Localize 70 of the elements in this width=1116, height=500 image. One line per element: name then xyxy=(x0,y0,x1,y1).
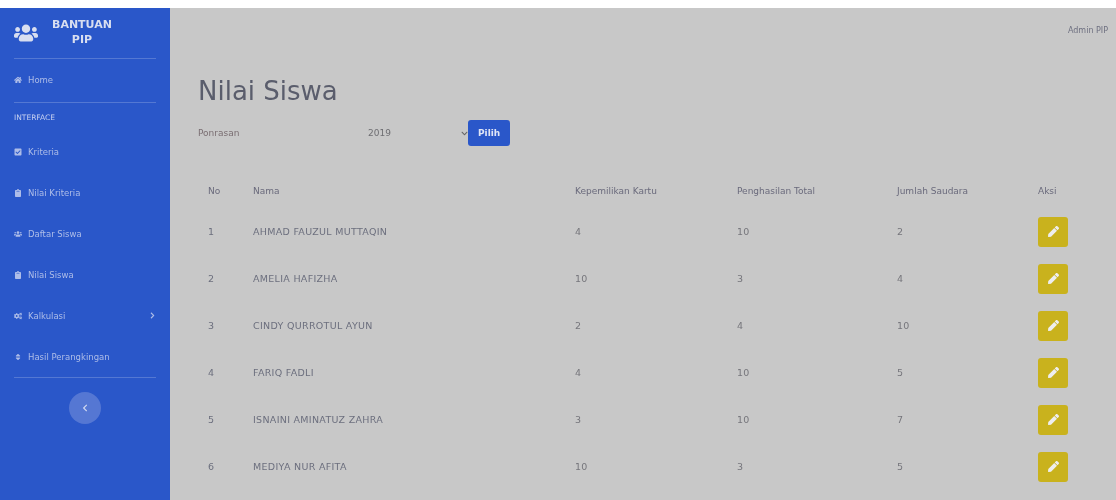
pencil-icon xyxy=(1047,414,1059,425)
table-cell-text: 3 xyxy=(574,413,583,427)
pencil-icon xyxy=(1047,273,1059,284)
pencil-icon xyxy=(1047,226,1059,237)
pencil-icon xyxy=(1047,320,1059,331)
table-cell-text: 5 xyxy=(207,413,216,427)
table-cell-text: 2 xyxy=(896,225,905,239)
nav-link[interactable]: Kalkulasi xyxy=(14,295,156,336)
brand-name: BANTUAN PIP xyxy=(52,18,112,48)
edit-button[interactable] xyxy=(1038,451,1068,482)
gears-icon xyxy=(14,311,22,320)
edit-button[interactable] xyxy=(1038,310,1068,341)
pencil-icon xyxy=(1047,367,1059,378)
table-cell-text: 7 xyxy=(896,413,905,427)
edit-button[interactable] xyxy=(1038,263,1068,294)
table-cell-text: MEDIYA NUR AFITA xyxy=(252,460,348,474)
nav-link[interactable]: Nilai Kriteria xyxy=(14,172,156,213)
table-cell-text: 10 xyxy=(574,460,589,474)
column-header: Aksi xyxy=(1037,185,1058,198)
table-cell-text: 4 xyxy=(574,225,583,239)
table-cell-text: 4 xyxy=(207,366,216,380)
table-cell-text: 3 xyxy=(736,272,745,286)
pencil-icon xyxy=(1047,461,1059,472)
edit-button[interactable] xyxy=(1038,216,1068,247)
table-cell-text: 10 xyxy=(736,225,751,239)
table-cell-text: 10 xyxy=(574,272,589,286)
nav-link[interactable]: Hasil Perangkingan xyxy=(14,336,156,377)
table-cell-text: 4 xyxy=(574,366,583,380)
table-cell-text: 10 xyxy=(736,366,751,380)
table-cell-text: 6 xyxy=(207,460,216,474)
sort-icon xyxy=(14,352,22,361)
clipboard-icon xyxy=(14,270,22,279)
nav-link[interactable]: Home xyxy=(14,59,156,100)
table-cell-text: ISNAINI AMINATUZ ZAHRA xyxy=(252,413,385,427)
column-header: Kepemilikan Kartu xyxy=(574,185,658,198)
column-header: Penghasilan Total xyxy=(736,185,817,198)
chevron-down-icon xyxy=(461,129,468,137)
chevron-left-icon xyxy=(81,404,89,412)
table-cell-text: 1 xyxy=(207,225,216,239)
nav-link[interactable]: Daftar Siswa xyxy=(14,213,156,254)
edit-button[interactable] xyxy=(1038,357,1068,388)
year-select[interactable]: Ponrasan 2019 xyxy=(198,128,468,138)
users-icon xyxy=(14,229,22,238)
table-cell-text: 2 xyxy=(207,272,216,286)
user-name[interactable]: Admin PIP xyxy=(1067,25,1108,35)
table-cell-text: 5 xyxy=(896,460,905,474)
clipboard-icon xyxy=(14,188,22,197)
table-cell-text: 4 xyxy=(736,319,745,333)
nav-link[interactable]: Kriteria xyxy=(14,131,156,172)
collapse-button[interactable] xyxy=(69,392,101,424)
table-cell-text: 2 xyxy=(574,319,583,333)
table-cell-text: AHMAD FAUZUL MUTTAQIN xyxy=(252,225,389,239)
table-cell-text: 10 xyxy=(896,319,911,333)
column-header: Nama xyxy=(252,185,281,198)
pick-button[interactable]: Pilih xyxy=(468,120,511,146)
table-cell-text: AMELIA HAFIZHA xyxy=(252,272,339,286)
column-header: No xyxy=(207,185,222,198)
nav-link[interactable]: Nilai Siswa xyxy=(14,254,156,295)
table-cell-text: CINDY QURROTUL AYUN xyxy=(252,319,374,333)
checkbox-icon xyxy=(14,147,22,156)
table-cell-text: 3 xyxy=(207,319,216,333)
column-header: Jumlah Saudara xyxy=(895,185,970,198)
table-cell-text: FARIQ FADLI xyxy=(252,366,315,380)
home-icon xyxy=(14,75,22,84)
edit-button[interactable] xyxy=(1038,404,1068,435)
table-cell-text: 10 xyxy=(736,413,751,427)
table-cell-text: 5 xyxy=(896,366,905,380)
page-title: Nilai Siswa xyxy=(198,76,339,106)
table-cell-text: 4 xyxy=(896,272,905,286)
table-cell-text: 3 xyxy=(736,460,745,474)
